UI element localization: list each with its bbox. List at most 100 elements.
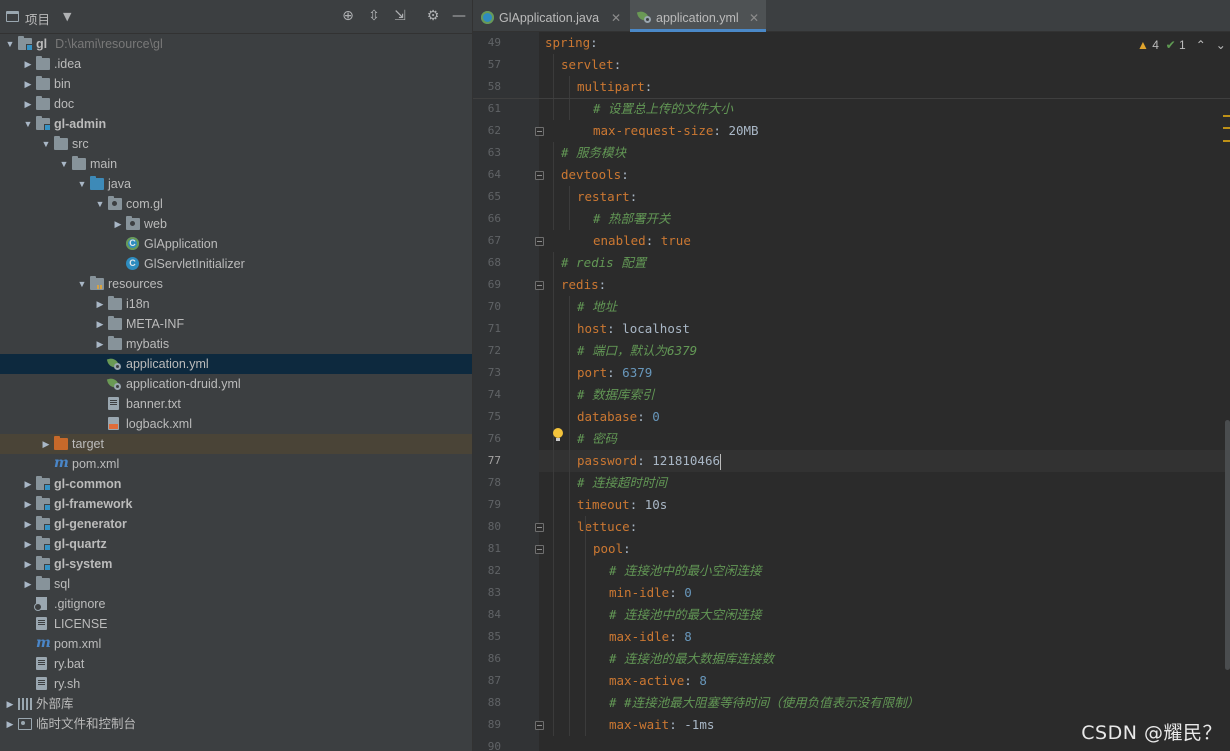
locate-icon[interactable]: ⊕ xyxy=(340,8,356,24)
code-line[interactable]: max-request-size: 20MB xyxy=(539,120,1230,142)
tree-item[interactable]: ry.bat xyxy=(0,654,472,674)
chevron-right-icon[interactable]: ▶ xyxy=(4,714,16,734)
tree-item[interactable]: .gitignore xyxy=(0,594,472,614)
tree-item[interactable]: ▼ java xyxy=(0,174,472,194)
code-line[interactable]: pool: xyxy=(539,538,1230,560)
tree-item[interactable]: m pom.xml xyxy=(0,634,472,654)
code-line[interactable]: # 连接池中的最小空闲连接 xyxy=(539,560,1230,582)
tree-item[interactable]: ▶ bin xyxy=(0,74,472,94)
chevron-down-icon[interactable]: ▼ xyxy=(4,34,16,54)
code-line[interactable]: # 数据库索引 xyxy=(539,384,1230,406)
code-line[interactable]: host: localhost xyxy=(539,318,1230,340)
tree-item[interactable]: application.yml xyxy=(0,354,472,374)
code-line[interactable]: port: 6379 xyxy=(539,362,1230,384)
code-line[interactable]: min-idle: 0 xyxy=(539,582,1230,604)
code-line[interactable]: database: 0 xyxy=(539,406,1230,428)
chevron-right-icon[interactable]: ▶ xyxy=(94,334,106,354)
chevron-down-icon[interactable]: ▼ xyxy=(58,154,70,174)
code-line[interactable]: # 服务模块 xyxy=(539,142,1230,164)
chevron-right-icon[interactable]: ▶ xyxy=(4,694,16,714)
chevron-right-icon[interactable]: ▶ xyxy=(22,54,34,74)
chevron-up-icon[interactable]: ⌃ xyxy=(1196,38,1206,52)
chevron-right-icon[interactable]: ▶ xyxy=(22,554,34,574)
code-line[interactable]: devtools: xyxy=(539,164,1230,186)
tree-item[interactable]: ▼ src xyxy=(0,134,472,154)
tree-item[interactable]: ▶ gl-quartz xyxy=(0,534,472,554)
close-icon[interactable]: ✕ xyxy=(611,0,621,36)
tree-item[interactable]: ▶ 临时文件和控制台 xyxy=(0,714,472,734)
chevron-down-icon[interactable]: ▼ xyxy=(63,10,71,23)
project-panel-title[interactable]: 项目 xyxy=(25,9,50,28)
tree-item[interactable]: logback.xml xyxy=(0,414,472,434)
code-line[interactable]: # 连接超时时间 xyxy=(539,472,1230,494)
tree-item[interactable]: LICENSE xyxy=(0,614,472,634)
chevron-down-icon[interactable]: ▼ xyxy=(76,174,88,194)
hide-panel-icon[interactable]: — xyxy=(451,8,467,24)
chevron-down-icon[interactable]: ▼ xyxy=(76,274,88,294)
code-line[interactable]: password: 121810466 xyxy=(539,450,1230,472)
tree-item[interactable]: ▶ gl-generator xyxy=(0,514,472,534)
tree-item[interactable]: application-druid.yml xyxy=(0,374,472,394)
chevron-right-icon[interactable]: ▶ xyxy=(94,314,106,334)
code-line[interactable]: # redis 配置 xyxy=(539,252,1230,274)
warning-stripe-marker[interactable] xyxy=(1223,140,1230,142)
code-line[interactable]: # 端口，默认为6379 xyxy=(539,340,1230,362)
inspection-widget[interactable]: ▲ 4 ✔ 1 ⌃ ⌄ xyxy=(1137,38,1226,52)
tree-item[interactable]: ▶ META-INF xyxy=(0,314,472,334)
code-line[interactable]: # 地址 xyxy=(539,296,1230,318)
collapse-all-icon[interactable]: ⇲ xyxy=(392,8,408,24)
code-line[interactable]: redis: xyxy=(539,274,1230,296)
tree-item[interactable]: ▶ sql xyxy=(0,574,472,594)
tab-glapplication-java[interactable]: GlApplication.java ✕ xyxy=(473,0,629,32)
code-line[interactable]: # 密码 xyxy=(539,428,1230,450)
tree-item[interactable]: ▶ gl-system xyxy=(0,554,472,574)
tree-item[interactable]: ▶ web xyxy=(0,214,472,234)
expand-all-icon[interactable]: ⇳ xyxy=(366,8,382,24)
tree-item[interactable]: ry.sh xyxy=(0,674,472,694)
tree-item[interactable]: ▼ gl D:\kami\resource\gl xyxy=(0,34,472,54)
tree-item[interactable]: ▶ gl-framework xyxy=(0,494,472,514)
chevron-right-icon[interactable]: ▶ xyxy=(22,534,34,554)
vertical-scrollbar[interactable] xyxy=(1225,420,1230,670)
tree-item[interactable]: ▶ doc xyxy=(0,94,472,114)
tab-application-yml[interactable]: application.yml ✕ xyxy=(630,0,766,32)
chevron-right-icon[interactable]: ▶ xyxy=(22,574,34,594)
code-line[interactable]: enabled: true xyxy=(539,230,1230,252)
chevron-right-icon[interactable]: ▶ xyxy=(22,94,34,114)
tree-item[interactable]: C GlServletInitializer xyxy=(0,254,472,274)
lightbulb-icon[interactable] xyxy=(553,428,563,442)
code-line[interactable]: timeout: 10s xyxy=(539,494,1230,516)
tree-item[interactable]: ▶ mybatis xyxy=(0,334,472,354)
code-area[interactable]: spring: servlet: multipart: # 设置总上传的文件大小 max… xyxy=(539,32,1230,751)
close-icon[interactable]: ✕ xyxy=(749,0,759,36)
tree-item[interactable]: ▶ gl-common xyxy=(0,474,472,494)
chevron-down-icon[interactable]: ⌄ xyxy=(1216,38,1226,52)
tree-item[interactable]: ▼ resources xyxy=(0,274,472,294)
code-line[interactable]: # 热部署开关 xyxy=(539,208,1230,230)
code-line[interactable]: # 设置总上传的文件大小 xyxy=(539,98,1230,120)
code-line[interactable]: multipart: xyxy=(539,76,1230,98)
chevron-right-icon[interactable]: ▶ xyxy=(112,214,124,234)
chevron-right-icon[interactable]: ▶ xyxy=(40,434,52,454)
chevron-right-icon[interactable]: ▶ xyxy=(22,494,34,514)
tree-item[interactable]: ▼ gl-admin xyxy=(0,114,472,134)
code-line[interactable]: max-active: 8 xyxy=(539,670,1230,692)
code-line[interactable]: lettuce: xyxy=(539,516,1230,538)
code-line[interactable]: # #连接池最大阻塞等待时间（使用负值表示没有限制） xyxy=(539,692,1230,714)
warning-stripe-marker[interactable] xyxy=(1223,127,1230,129)
tree-item[interactable]: ▼ main xyxy=(0,154,472,174)
tree-item[interactable]: ▼ com.gl xyxy=(0,194,472,214)
code-line[interactable]: # 连接池中的最大空闲连接 xyxy=(539,604,1230,626)
code-line[interactable]: spring: xyxy=(539,32,1230,54)
chevron-right-icon[interactable]: ▶ xyxy=(94,294,106,314)
warning-stripe-marker[interactable] xyxy=(1223,115,1230,117)
chevron-right-icon[interactable]: ▶ xyxy=(22,514,34,534)
chevron-down-icon[interactable]: ▼ xyxy=(22,114,34,134)
tree-item[interactable]: ▶ target xyxy=(0,434,472,454)
tree-item[interactable]: ▶ i18n xyxy=(0,294,472,314)
chevron-down-icon[interactable]: ▼ xyxy=(94,194,106,214)
chevron-right-icon[interactable]: ▶ xyxy=(22,74,34,94)
tree-item[interactable]: C GlApplication xyxy=(0,234,472,254)
code-line[interactable]: restart: xyxy=(539,186,1230,208)
chevron-down-icon[interactable]: ▼ xyxy=(40,134,52,154)
